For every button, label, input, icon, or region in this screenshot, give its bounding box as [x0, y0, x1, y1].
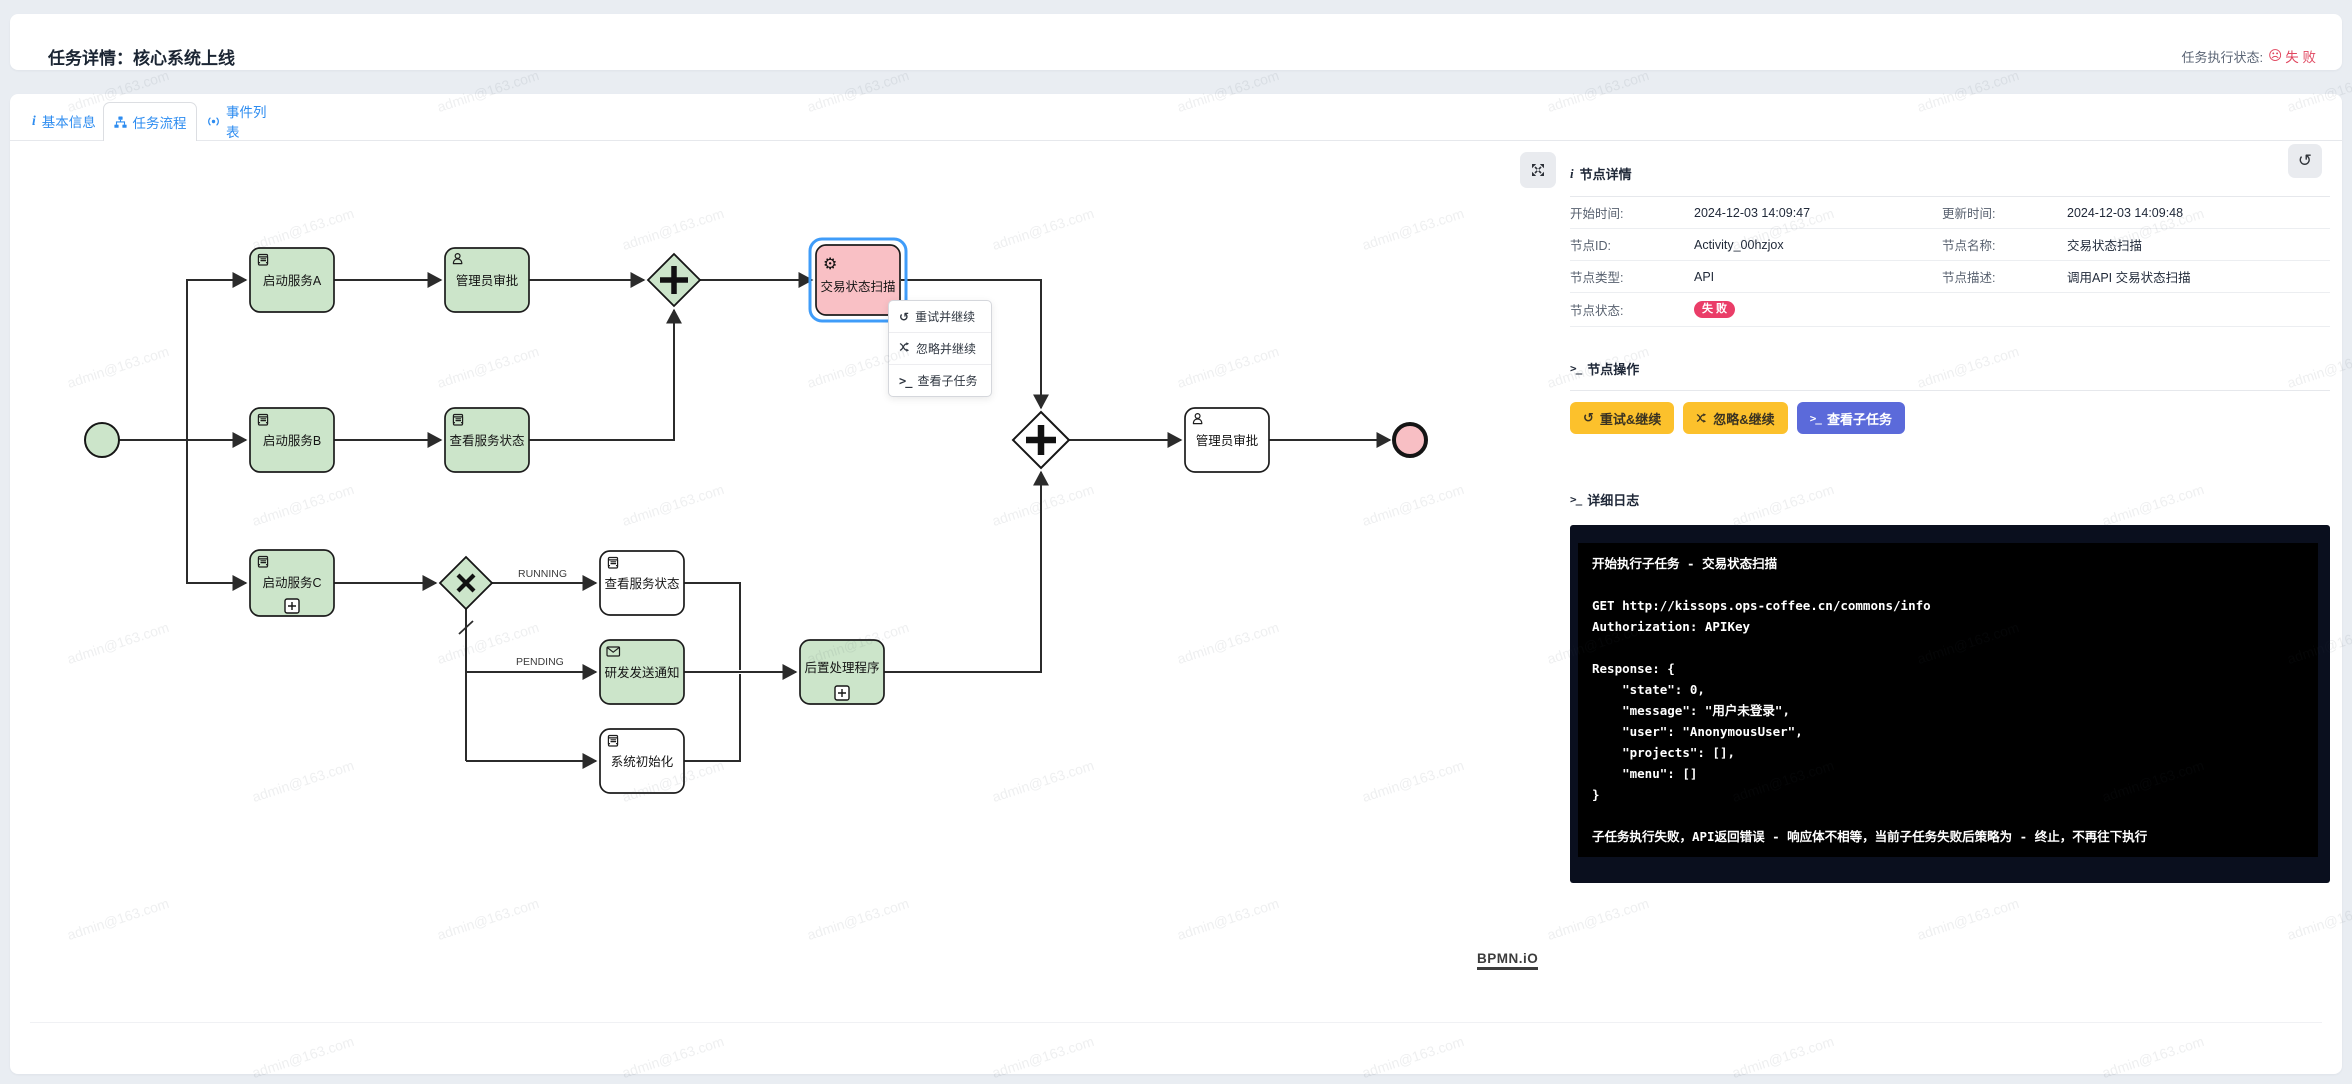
update-time-value: 2024-12-03 14:09:48 — [2067, 206, 2183, 220]
status-badge: 失 败 — [1694, 301, 1735, 318]
retry-icon: ↺ — [899, 310, 909, 324]
svg-text:管理员审批: 管理员审批 — [1196, 433, 1259, 448]
skip-icon — [1696, 412, 1707, 424]
gear-icon: ⚙ — [823, 256, 837, 273]
svg-text:启动服务C: 启动服务C — [262, 575, 321, 590]
detail-row: 节点ID:Activity_00hzjox 节点名称:交易状态扫描 — [1570, 229, 2330, 261]
task-post-process[interactable]: 后置处理程序 — [800, 640, 884, 704]
task-check-status-1[interactable]: 查看服务状态 — [445, 408, 529, 472]
flow-label-pending: PENDING — [516, 656, 564, 668]
svg-text:启动服务A: 启动服务A — [263, 273, 322, 288]
bpmn-canvas[interactable]: RUNNING PENDING 启动服务A 管理员审批 ⚙ 交易状态扫描 — [10, 141, 1560, 1061]
log-terminal: 开始执行子任务 - 交易状态扫描 GET http://kissops.ops-… — [1570, 525, 2330, 883]
terminal-icon: >_ — [1810, 412, 1821, 425]
subprocess-marker — [285, 599, 299, 613]
node-name-value: 交易状态扫描 — [2067, 235, 2142, 254]
skip-icon — [899, 341, 910, 356]
detail-row: 节点状态: 失 败 — [1570, 293, 2330, 327]
svg-text:查看服务状态: 查看服务状态 — [449, 433, 524, 448]
start-time-value: 2024-12-03 14:09:47 — [1694, 206, 1942, 220]
svg-text:后置处理程序: 后置处理程序 — [804, 660, 879, 675]
retry-icon: ↺ — [1583, 410, 1594, 426]
gateway-parallel-join[interactable] — [1013, 412, 1069, 468]
log-output: 开始执行子任务 - 交易状态扫描 GET http://kissops.ops-… — [1592, 553, 2304, 847]
svg-text:研发发送通知: 研发发送通知 — [604, 665, 679, 680]
svg-text:启动服务B: 启动服务B — [263, 433, 321, 448]
node-context-menu: ↺ 重试并继续 忽略并继续 >_ 查看子任务 — [888, 300, 992, 397]
task-sys-init[interactable]: 系统初始化 — [600, 729, 684, 793]
menu-item-label: 重试并继续 — [915, 308, 975, 325]
task-start-service-b[interactable]: 启动服务B — [250, 408, 334, 472]
start-event[interactable] — [85, 423, 119, 457]
node-details-title: i 节点详情 — [1570, 150, 2330, 183]
page: 任务详情：核心系统上线 任务执行状态: ☹ 失 败 i 基本信息 任务流程 事件… — [0, 0, 2352, 1084]
flow-label-running: RUNNING — [518, 568, 567, 580]
task-start-service-a[interactable]: 启动服务A — [250, 248, 334, 312]
tab-basic-info[interactable]: i 基本信息 — [32, 102, 104, 140]
sequence-flows: RUNNING PENDING — [119, 280, 1390, 761]
frown-face-icon: ☹ — [2268, 48, 2282, 64]
node-desc-value: 调用API 交易状态扫描 — [2067, 267, 2191, 286]
menu-item-skip-continue[interactable]: 忽略并继续 — [889, 333, 991, 365]
svg-text:管理员审批: 管理员审批 — [456, 273, 519, 288]
terminal-icon: >_ — [899, 374, 911, 388]
subprocess-marker — [835, 686, 849, 700]
task-admin-approve-1[interactable]: 管理员审批 — [445, 248, 529, 312]
task-notify-dev[interactable]: 研发发送通知 — [600, 640, 684, 704]
tab-event-list[interactable]: 事件列表 — [207, 102, 279, 140]
menu-item-label: 忽略并继续 — [916, 340, 976, 357]
task-status-value: 失 败 — [2285, 46, 2316, 66]
info-icon: i — [32, 113, 36, 129]
end-event[interactable] — [1394, 424, 1426, 456]
tab-label: 任务流程 — [133, 112, 187, 132]
divider — [1570, 390, 2330, 391]
broadcast-icon — [207, 115, 220, 128]
node-details-panel: i 节点详情 ↺ 开始时间:2024-12-03 14:09:47 更新时间:2… — [1570, 150, 2330, 883]
menu-item-view-subtask[interactable]: >_ 查看子任务 — [889, 365, 991, 396]
node-type-value: API — [1694, 270, 1942, 284]
expand-icon — [1529, 161, 1547, 179]
node-id-value: Activity_00hzjox — [1694, 238, 1942, 252]
bpmn-io-logo[interactable]: BPMN.iO — [1477, 951, 1538, 970]
refresh-icon: ↺ — [2298, 151, 2312, 171]
node-actions-title: >_ 节点操作 — [1570, 359, 2330, 378]
svg-text:系统初始化: 系统初始化 — [611, 755, 674, 769]
fullscreen-button[interactable] — [1520, 152, 1556, 188]
skip-continue-button[interactable]: 忽略&继续 — [1683, 402, 1787, 434]
header-bar: 任务详情：核心系统上线 任务执行状态: ☹ 失 败 — [10, 14, 2342, 70]
svg-text:查看服务状态: 查看服务状态 — [604, 576, 679, 591]
menu-item-label: 查看子任务 — [917, 372, 977, 389]
view-subtask-button[interactable]: >_ 查看子任务 — [1797, 402, 1905, 434]
retry-continue-button[interactable]: ↺ 重试&继续 — [1570, 402, 1674, 434]
menu-item-retry-continue[interactable]: ↺ 重试并继续 — [889, 301, 991, 333]
detail-row: 节点类型:API 节点描述:调用API 交易状态扫描 — [1570, 261, 2330, 293]
tab-label: 基本信息 — [42, 111, 96, 131]
terminal-icon: >_ — [1570, 493, 1581, 506]
task-status-label: 任务执行状态: — [2182, 47, 2264, 66]
info-icon: i — [1570, 166, 1574, 182]
tab-task-flow[interactable]: 任务流程 — [103, 102, 197, 141]
terminal-icon: >_ — [1570, 362, 1581, 375]
gateway-exclusive[interactable] — [440, 557, 492, 609]
page-title: 任务详情：核心系统上线 — [48, 44, 235, 69]
gateway-parallel-split[interactable] — [648, 254, 700, 306]
refresh-button[interactable]: ↺ — [2288, 144, 2322, 178]
task-start-service-c[interactable]: 启动服务C — [250, 550, 334, 616]
task-admin-approve-2[interactable]: 管理员审批 — [1185, 408, 1269, 472]
task-status: 任务执行状态: ☹ 失 败 — [2182, 46, 2316, 66]
task-check-status-2[interactable]: 查看服务状态 — [600, 551, 684, 615]
log-title: >_ 详细日志 — [1570, 490, 2330, 509]
sitemap-icon — [114, 116, 127, 129]
svg-text:交易状态扫描: 交易状态扫描 — [820, 279, 895, 294]
tab-label: 事件列表 — [226, 101, 279, 141]
detail-row: 开始时间:2024-12-03 14:09:47 更新时间:2024-12-03… — [1570, 197, 2330, 229]
